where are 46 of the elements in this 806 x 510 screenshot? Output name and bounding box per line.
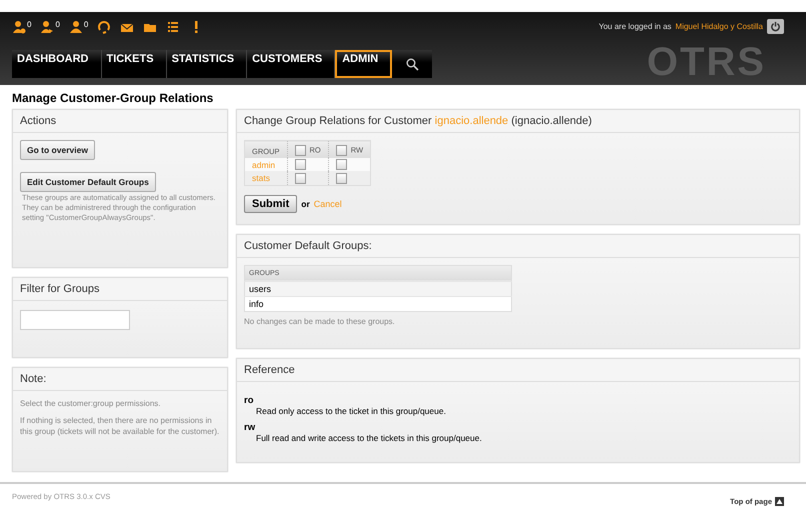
search-icon	[406, 58, 419, 70]
reference-description: Full read and write access to the tickets in this group/queue.	[256, 432, 482, 442]
panel-title: Customer Default Groups:	[237, 234, 799, 258]
customer-id: (ignacio.allende)	[511, 115, 592, 127]
reference-term: ro	[244, 394, 254, 406]
panel-title: Note:	[13, 368, 227, 391]
checkbox[interactable]	[294, 159, 306, 170]
or-text: or	[301, 198, 310, 208]
overview-button[interactable]: Go to overview	[20, 140, 95, 160]
checkbox[interactable]	[336, 145, 347, 156]
checkbox[interactable]	[336, 172, 347, 184]
panel-title-text: Change Group Relations for Customer	[244, 115, 432, 127]
count-label: 0	[27, 20, 32, 29]
person-icon[interactable]	[68, 20, 83, 34]
checkbox[interactable]	[294, 172, 306, 184]
panel-title: Reference	[237, 358, 799, 382]
table-cell: users	[244, 281, 512, 296]
logout-button[interactable]	[767, 19, 784, 34]
checkbox[interactable]	[336, 159, 347, 170]
default-groups-button[interactable]: Edit Customer Default Groups	[20, 172, 156, 192]
page-title: Manage Customer-Group Relations	[12, 91, 214, 105]
headset-icon[interactable]	[97, 20, 112, 34]
nav-tab[interactable]: CUSTOMERS	[247, 50, 336, 78]
user-link[interactable]: Miguel Hidalgo y Costilla	[675, 22, 763, 31]
count-label: 0	[55, 20, 60, 29]
note-text: If nothing is selected, then there are no permissions in this group (tickets will not be available for the customer).	[20, 415, 220, 437]
hint-text: No changes can be made to these groups.	[244, 316, 395, 326]
nav-tab[interactable]: STATISTICS	[166, 50, 248, 78]
search-button[interactable]	[392, 50, 432, 78]
up-arrow-icon	[775, 496, 784, 506]
panel-title: Actions	[13, 110, 227, 133]
note-text: Select the customer:group permissions.	[20, 398, 161, 409]
submit-button[interactable]: Submit	[244, 194, 298, 212]
table-cell: info	[244, 296, 512, 311]
reference-term: rw	[244, 422, 256, 432]
nav-tab[interactable]: DASHBOARD	[12, 50, 102, 78]
filter-field[interactable]	[20, 310, 130, 330]
reference-description: Read only access to the ticket in this group/queue.	[256, 406, 446, 416]
login-text: You are logged in as	[598, 22, 672, 31]
checkbox[interactable]	[294, 145, 306, 156]
panel-title: Filter for Groups	[13, 278, 227, 301]
nav-tab[interactable]: TICKETS	[102, 50, 167, 78]
person-arrow-icon[interactable]	[40, 20, 54, 34]
count-label: 0	[84, 20, 88, 29]
nav-tab[interactable]: ADMIN	[335, 50, 392, 78]
list-icon[interactable]	[166, 20, 180, 34]
